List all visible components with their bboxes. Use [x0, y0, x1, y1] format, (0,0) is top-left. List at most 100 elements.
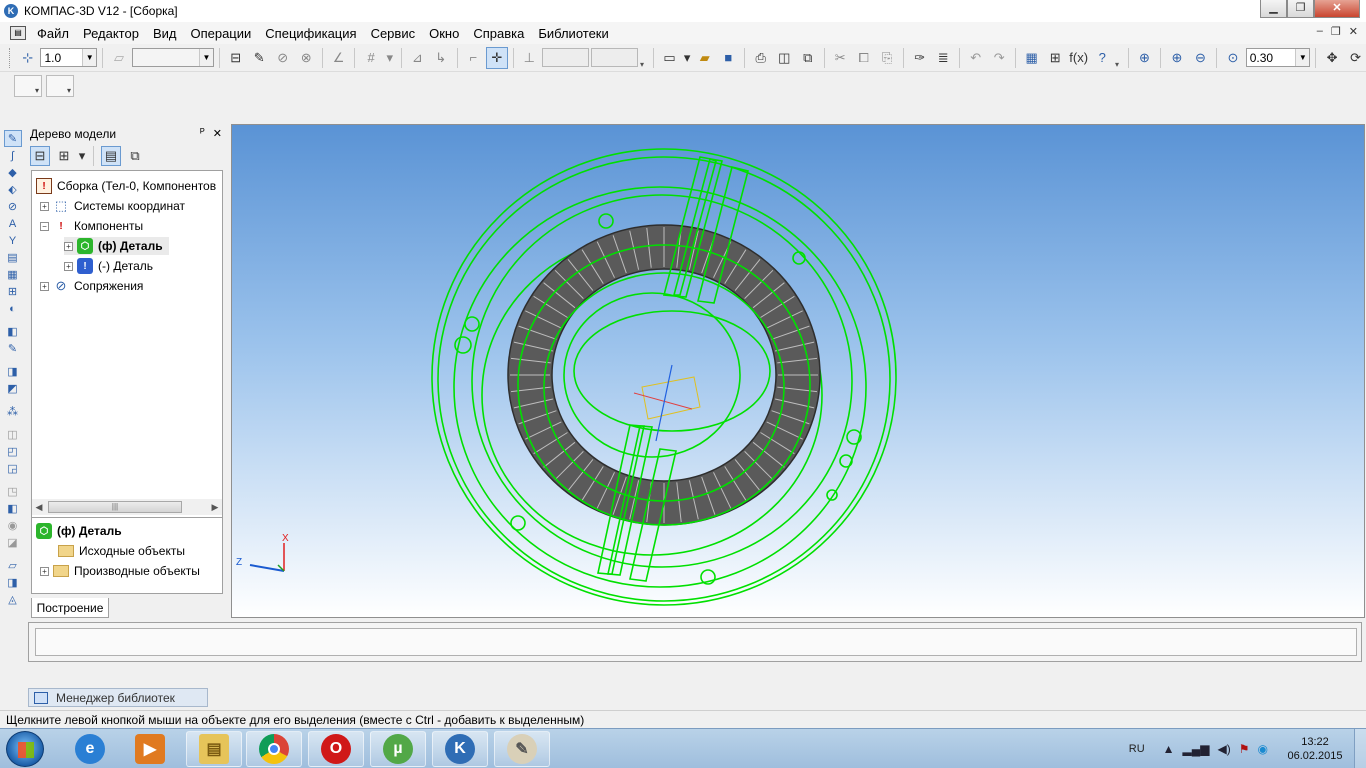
expand-icon[interactable]: + — [40, 281, 49, 291]
rotate-icon[interactable]: ⟳ — [1345, 47, 1366, 69]
tree-item-part-detail[interactable]: ⬡ (ф) Деталь — [36, 522, 122, 540]
language-indicator[interactable]: RU — [1129, 743, 1145, 755]
step-icon[interactable]: ⌐ — [463, 47, 485, 69]
taskbar-utorrent[interactable]: µ — [370, 731, 426, 767]
taskbar-opera[interactable]: O — [308, 731, 364, 767]
pipes-icon[interactable]: ◐ — [4, 300, 22, 317]
toolbar-grip[interactable] — [9, 47, 12, 68]
redo-icon[interactable]: ↷ — [988, 47, 1010, 69]
scroll-left-icon[interactable]: ◀ — [32, 502, 46, 513]
toolbar-overflow-icon[interactable]: ▾ — [640, 47, 648, 69]
taskbar-internet-explorer[interactable]: e — [62, 731, 118, 767]
tree-horizontal-scrollbar[interactable]: ◀ ||| ▶ — [32, 499, 222, 515]
close-icon[interactable]: ✕ — [213, 127, 222, 140]
style-combo[interactable]: ▼ — [131, 48, 214, 67]
maximize-button[interactable]: ❐ — [1287, 0, 1314, 18]
help-pointer-icon[interactable]: ? — [1091, 47, 1113, 69]
model-scene[interactable]: X Z — [232, 125, 1364, 617]
undo-icon[interactable]: ↶ — [965, 47, 987, 69]
tree-item-assembly[interactable]: ! Сборка (Тел-0, Компонентов — [36, 177, 216, 195]
new-dropdown-icon[interactable]: ▾ — [682, 47, 692, 69]
elements-icon[interactable]: ⊞ — [4, 283, 22, 300]
close-button[interactable]: ✕ — [1314, 0, 1360, 18]
save-icon[interactable]: ■ — [718, 47, 740, 69]
pan-icon[interactable]: ✥ — [1321, 47, 1343, 69]
toolbar-overflow-icon[interactable]: ▾ — [1115, 47, 1123, 69]
local-cs-icon[interactable]: ⊹ — [17, 47, 39, 69]
print-setup-icon[interactable]: ⧉ — [797, 47, 819, 69]
zoom-in-icon[interactable]: ⊕ — [1166, 47, 1188, 69]
update-icon[interactable]: ◉ — [1258, 742, 1268, 756]
boolean-icon[interactable]: ◲ — [4, 460, 22, 477]
expand-icon[interactable]: + — [64, 241, 73, 251]
menu-file[interactable]: Файл — [30, 26, 76, 41]
start-button[interactable] — [6, 731, 44, 767]
preview-icon[interactable]: ◫ — [774, 47, 796, 69]
menu-view[interactable]: Вид — [146, 26, 184, 41]
hole-icon[interactable]: ◉ — [4, 517, 22, 534]
new-file-icon[interactable]: ▭ — [659, 47, 681, 69]
tree-item-components[interactable]: − ! Компоненты — [40, 217, 143, 235]
menu-editor[interactable]: Редактор — [76, 26, 146, 41]
clock[interactable]: 13:22 06.02.2015 — [1276, 735, 1354, 763]
surfaces-icon[interactable]: ◆ — [4, 164, 22, 181]
menu-service[interactable]: Сервис — [364, 26, 423, 41]
show-desktop-button[interactable] — [1354, 729, 1366, 768]
menu-operations[interactable]: Операции — [183, 26, 258, 41]
x-coordinate-field[interactable] — [542, 48, 590, 67]
taskbar-media-player[interactable]: ▶ — [122, 731, 178, 767]
chamfer-icon[interactable]: ◪ — [4, 534, 22, 551]
grid-dropdown-icon[interactable]: ▾ — [384, 47, 396, 69]
array-icon[interactable]: ⁂ — [4, 403, 22, 420]
new-component-icon[interactable]: ◨ — [4, 363, 22, 380]
rotate-component-icon[interactable]: ◰ — [4, 443, 22, 460]
zoom-all-icon[interactable]: ⊙ — [1222, 47, 1244, 69]
menu-help[interactable]: Справка — [466, 26, 531, 41]
minimize-button[interactable]: ▁ — [1260, 0, 1287, 18]
curves-icon[interactable]: ∫ — [4, 147, 22, 164]
mates-icon[interactable]: ⊘ — [4, 198, 22, 215]
menu-window[interactable]: Окно — [422, 26, 466, 41]
function-icon[interactable]: f(x) — [1068, 47, 1090, 69]
library-manager-tab[interactable]: Менеджер библиотек — [28, 688, 208, 707]
properties-icon[interactable]: ✎ — [248, 47, 270, 69]
add-from-file-icon[interactable]: ◩ — [4, 380, 22, 397]
flag-icon[interactable]: ⚑ — [1239, 742, 1250, 756]
component-icon[interactable]: ◧ — [4, 323, 22, 340]
tree-list-icon[interactable]: ▤ — [101, 146, 121, 166]
align-icon[interactable]: ⊟ — [225, 47, 247, 69]
view-orientation-combo[interactable] — [14, 75, 42, 97]
paste-icon[interactable]: ⎘ — [876, 47, 898, 69]
spec-icon[interactable]: ≣ — [932, 47, 954, 69]
chevron-down-icon[interactable]: ▾ — [78, 146, 86, 166]
scroll-right-icon[interactable]: ▶ — [208, 502, 222, 513]
snap-icon[interactable]: ↳ — [430, 47, 452, 69]
tree-item-part-free[interactable]: + ! (-) Деталь — [64, 257, 153, 275]
document-icon[interactable]: ▤ — [10, 26, 26, 40]
expand-icon[interactable]: + — [64, 261, 73, 271]
tree-item-source-objects[interactable]: Исходные объекты — [58, 542, 185, 560]
edit-assembly-icon[interactable]: ✎ — [3, 130, 22, 147]
pin-icon[interactable]: ᴾ — [200, 127, 205, 140]
doc-minimize-button[interactable]: – — [1317, 25, 1323, 38]
tree-relations-icon[interactable]: ⧉ — [125, 146, 145, 166]
menu-specification[interactable]: Спецификация — [258, 26, 363, 41]
specification-icon[interactable]: ▤ — [4, 249, 22, 266]
library-icon[interactable]: ⊞ — [1044, 47, 1066, 69]
3d-viewport[interactable]: X Z — [231, 124, 1365, 618]
show-hidden-icons-icon[interactable]: ▲ — [1163, 742, 1175, 756]
print-icon[interactable]: ⎙ — [750, 47, 772, 69]
taskbar-kompas[interactable]: K — [432, 731, 488, 767]
collapse-icon[interactable]: − — [40, 221, 49, 231]
link-icon[interactable]: ⊘ — [272, 47, 294, 69]
scrollbar-thumb[interactable]: ||| — [48, 501, 182, 513]
auxiliary-geometry-icon[interactable]: ⬖ — [4, 181, 22, 198]
dimensions-icon[interactable]: A — [4, 215, 22, 232]
filters-icon[interactable]: Y — [4, 232, 22, 249]
taskbar-chrome[interactable] — [246, 731, 302, 767]
taskbar-explorer[interactable]: ▤ — [186, 731, 242, 767]
doc-close-button[interactable]: ✕ — [1349, 25, 1358, 38]
menu-libraries[interactable]: Библиотеки — [531, 26, 615, 41]
tree-item-coordinate-systems[interactable]: + ⬚ Системы координат — [40, 197, 185, 215]
step-combo[interactable]: 1.0 ▼ — [40, 48, 98, 67]
